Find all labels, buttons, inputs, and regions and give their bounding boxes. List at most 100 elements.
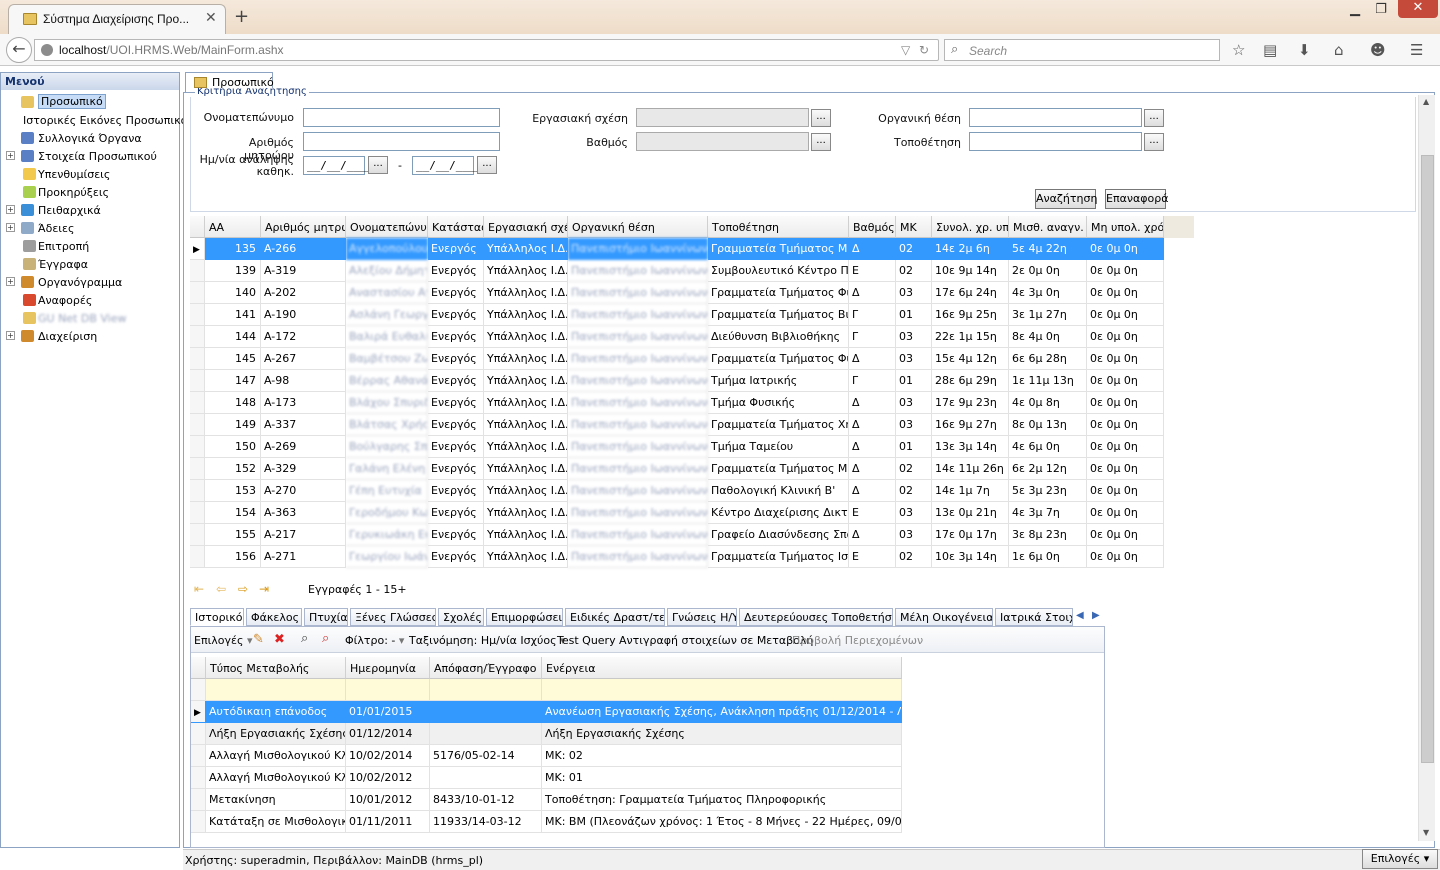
detail-tab[interactable]: Ειδικές Δραστ/τες xyxy=(565,608,665,626)
table-row[interactable]: ▶ 135A-266Αγγελοπούλου ΓΕνεργόςΥπάλληλος … xyxy=(190,238,1164,260)
expand-icon[interactable]: + xyxy=(6,331,15,340)
download-icon[interactable]: ⬇ xyxy=(1298,41,1311,59)
scrollbar-thumb[interactable] xyxy=(1421,155,1434,763)
first-page-icon[interactable]: ⇤ xyxy=(194,582,204,596)
date-from-picker-button[interactable]: ... xyxy=(368,156,388,174)
table-row[interactable]: 152 A-329 Γαλάνη Ελένη Ενεργός Υπάλληλος Ι.Δ… xyxy=(190,458,1164,480)
name-input[interactable] xyxy=(303,108,500,127)
table-row[interactable]: 148A-173Βλάχου ΣπυριδούΕνεργόςΥπάλληλος … xyxy=(190,392,1164,414)
history-new-cell[interactable] xyxy=(430,679,542,701)
table-row[interactable]: 140A-202Αναστασίου ΑναΕνεργόςΥπάλληλος Ι… xyxy=(190,282,1164,304)
history-column-header[interactable]: Ημερομηνία xyxy=(346,657,430,679)
detail-tab[interactable]: Ιατρικά Στοιχεία xyxy=(995,608,1073,626)
hamburger-menu-icon[interactable]: ☰ xyxy=(1410,41,1423,59)
grid-column-header[interactable]: Οργανική θέση xyxy=(568,216,708,238)
grid-column-header[interactable]: Βαθμός xyxy=(849,216,896,238)
table-row[interactable]: 155A-217Γερυκιωάκη ΕυθΕνεργόςΥπάλληλος Ι… xyxy=(190,524,1164,546)
tabs-scroll-right-icon[interactable]: ▶ xyxy=(1092,610,1100,621)
placement-button[interactable]: ... xyxy=(1144,133,1164,151)
history-row[interactable]: Λήξη Εργασιακής Σχέσης 01/12/2014 Λήξη Εργ… xyxy=(191,723,903,745)
filter-menu[interactable]: Φίλτρο: - ▾ xyxy=(345,634,404,647)
history-new-cell[interactable] xyxy=(191,679,206,701)
history-new-row[interactable] xyxy=(191,679,903,701)
date-to-picker-button[interactable]: ... xyxy=(477,156,497,174)
expand-icon[interactable]: + xyxy=(6,223,15,232)
grid-column-header[interactable]: Εργασιακή σχέ xyxy=(484,216,568,238)
grid-column-header[interactable]: Μισθ. αναγν. xyxy=(1009,216,1087,238)
test-query-button[interactable]: Test Query xyxy=(557,634,616,647)
table-row[interactable]: 147A-98Βέρρας ΑθανάσιοΕνεργόςΥπάλληλος Ι… xyxy=(190,370,1164,392)
table-row[interactable]: 156A-271Γεωργίου ΙωάννηΕνεργόςΥπάλληλος … xyxy=(190,546,1164,568)
detail-tab[interactable]: Δευτερεύουσες Τοποθετήσεις xyxy=(739,608,893,626)
history-row[interactable]: Μετακίνηση 10/01/2012 8433/10-01-12 Τοποθέτ… xyxy=(191,789,903,811)
search-button[interactable]: Αναζήτηση xyxy=(1035,189,1097,209)
previous-page-icon[interactable]: ⇦ xyxy=(216,582,226,596)
work-relation-button[interactable]: ... xyxy=(811,109,831,127)
history-row[interactable]: ▶ Αυτόδικαιη επάνοδος 01/01/2015 Ανανέωση Ε… xyxy=(191,701,903,723)
detail-tab[interactable]: Γνώσεις Η/Υ xyxy=(667,608,737,626)
reload-icon[interactable]: ↻ xyxy=(919,43,929,57)
grid-column-header[interactable]: ΑΑ xyxy=(205,216,261,238)
clear-search-icon[interactable]: ⌕ xyxy=(322,631,329,646)
next-page-icon[interactable]: ⇨ xyxy=(238,582,248,596)
placement-input[interactable] xyxy=(969,132,1142,151)
work-relation-input[interactable] xyxy=(636,108,809,127)
table-row[interactable]: 154A-363Γεροδήμου ΚωνσΕνεργόςΥπάλληλος Ι… xyxy=(190,502,1164,524)
history-column-header[interactable]: Τύπος Μεταβολής xyxy=(206,657,346,679)
org-position-button[interactable]: ... xyxy=(1144,109,1164,127)
detail-tab[interactable]: Σχολές xyxy=(438,608,484,626)
detail-tab[interactable]: Πτυχία xyxy=(304,608,348,626)
new-tab-icon[interactable]: + xyxy=(234,6,249,27)
history-row[interactable]: Κατάταξη σε Μισθολογικό Κλιμάκιο01/11/20… xyxy=(191,811,903,833)
grid-column-header[interactable]: Αριθμός μητρώ xyxy=(261,216,346,238)
tabs-scroll-left-icon[interactable]: ◀ xyxy=(1076,610,1084,621)
search-box[interactable]: ⌕ Search xyxy=(944,39,1220,61)
expand-icon[interactable]: + xyxy=(6,277,15,286)
detail-tab[interactable]: Μέλη Οικογένειας xyxy=(895,608,993,626)
window-close-icon[interactable]: ✕ xyxy=(1398,0,1438,18)
table-row[interactable]: 144 A-172 Βαλιρά Ευθαλία Ενεργός Υπάλληλος Ι… xyxy=(190,326,1164,348)
grid-column-header[interactable]: Κατάστασ xyxy=(428,216,484,238)
org-position-input[interactable] xyxy=(969,108,1142,127)
grade-input[interactable] xyxy=(636,132,809,151)
reset-button[interactable]: Επαναφορά xyxy=(1105,189,1168,209)
reading-list-icon[interactable]: ▤ xyxy=(1263,41,1277,59)
date-from-input[interactable]: __/__/____ xyxy=(303,156,373,175)
scroll-down-icon[interactable]: ▼ xyxy=(1423,828,1429,837)
bookmark-star-icon[interactable]: ☆ xyxy=(1232,41,1245,59)
history-new-cell[interactable] xyxy=(542,679,902,701)
detail-tab[interactable]: Ιστορικό xyxy=(190,608,244,626)
grid-column-header[interactable]: ΜΚ xyxy=(896,216,932,238)
expand-icon[interactable]: + xyxy=(6,151,15,160)
detail-tab[interactable]: Επιμορφώσεις xyxy=(486,608,563,626)
detail-tab[interactable]: Ξένες Γλώσσες xyxy=(350,608,436,626)
history-new-cell[interactable] xyxy=(206,679,346,701)
history-row[interactable]: Αλλαγή Μισθολογικού Κλιμακίου10/02/20145… xyxy=(191,745,903,767)
url-bar[interactable]: localhost/UOI.HRMS.Web/MainForm.ashx ▽ ↻ xyxy=(34,39,939,61)
browser-tab[interactable]: Σύστημα Διαχείρισης Προ... ✕ xyxy=(8,4,226,34)
table-row[interactable]: 141A-190Ασλάνη ΓεωργίαΕνεργόςΥπάλληλος Ι… xyxy=(190,304,1164,326)
grid-column-header[interactable]: Ονοματεπώνυμ xyxy=(346,216,428,238)
table-row[interactable]: 145A-267Βαμβέτσου ΖωήΕνεργόςΥπάλληλος Ι.… xyxy=(190,348,1164,370)
table-row[interactable]: 153 A-270 Γέπη Ευτυχία Ενεργός Υπάλληλος Ι.Δ… xyxy=(190,480,1164,502)
table-row[interactable]: 150A-269Βούλγαρης ΣπυρΕνεργόςΥπάλληλος Ι… xyxy=(190,436,1164,458)
dropdown-arrow-icon[interactable]: ▽ xyxy=(901,43,910,57)
back-arrow-icon[interactable]: ← xyxy=(6,37,32,63)
delete-icon[interactable]: ✖ xyxy=(274,632,285,647)
grid-column-header[interactable]: Μη υπολ. χρό xyxy=(1087,216,1164,238)
history-row[interactable]: Αλλαγή Μισθολογικού Κλιμακίου10/02/2012 Μ… xyxy=(191,767,903,789)
preview-contents-button[interactable]: Προβολή Περιεχομένων xyxy=(792,634,923,647)
history-new-cell[interactable] xyxy=(346,679,430,701)
maximize-icon[interactable]: ❐ xyxy=(1366,2,1396,17)
search-icon[interactable]: ⌕ xyxy=(301,631,308,646)
copy-to-change-button[interactable]: Αντιγραφή στοιχείων σε Μεταβολή xyxy=(619,634,813,647)
table-row[interactable]: 149A-337Βλάτσας ΧρήστοςΕνεργόςΥπάλληλος … xyxy=(190,414,1164,436)
grade-button[interactable]: ... xyxy=(811,133,831,151)
chat-icon[interactable]: ☻ xyxy=(1370,41,1386,59)
grid-column-header[interactable]: Συνολ. χρ. υπ xyxy=(932,216,1009,238)
close-icon[interactable]: ✕ xyxy=(205,10,217,26)
last-page-icon[interactable]: ⇥ xyxy=(259,582,269,596)
edit-pencil-icon[interactable]: ✎ xyxy=(253,632,264,647)
options-button[interactable]: Επιλογές ▾ xyxy=(1362,849,1438,869)
registry-input[interactable] xyxy=(303,132,500,151)
